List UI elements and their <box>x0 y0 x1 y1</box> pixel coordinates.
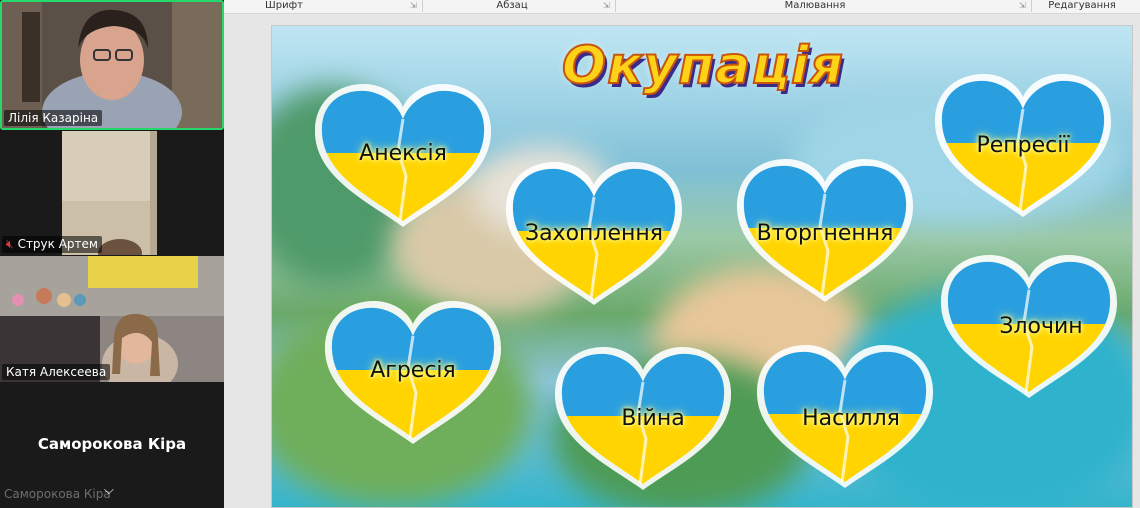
heart-card[interactable]: Репресії <box>934 71 1112 221</box>
participant-tile[interactable]: Лілія Казаріна <box>0 0 224 130</box>
dialog-launcher-icon[interactable]: ⇲ <box>1019 2 1027 10</box>
mic-muted-icon: 🔇︎ <box>6 237 14 251</box>
participant-tile[interactable]: Саморокова Кіра Саморокова Кіра ⌵ <box>0 383 224 508</box>
ribbon-divider <box>422 0 423 12</box>
participant-tile[interactable]: Катя Алексеева <box>0 256 224 382</box>
dialog-launcher-icon[interactable]: ⇲ <box>410 2 418 10</box>
ribbon-group-drawing: Малювання <box>784 0 846 11</box>
heart-label: Захоплення <box>524 221 664 246</box>
heart-card[interactable]: Насилля <box>756 342 934 492</box>
heart-label: Війна <box>621 406 685 431</box>
ribbon-divider <box>1031 0 1032 12</box>
ribbon-group-editing: Редагування <box>1048 0 1116 11</box>
heart-label: Вторгнення <box>756 221 894 246</box>
heart-card[interactable]: Анексія <box>314 81 492 231</box>
slide-canvas[interactable]: Окупація Анексія Захоплення Вторгнення Р… <box>271 25 1133 508</box>
ribbon-group-paragraph: Абзац <box>496 0 528 11</box>
ribbon-group-font: Шрифт <box>265 0 303 11</box>
participant-caption-name: Саморокова Кіра <box>4 487 111 501</box>
participant-name-large: Саморокова Кіра <box>37 435 187 453</box>
heart-card[interactable]: Захоплення <box>505 159 683 309</box>
heart-card[interactable]: Вторгнення <box>736 156 914 306</box>
heart-card[interactable]: Агресія <box>324 298 502 448</box>
participant-tile[interactable]: 🔇︎ Струк Артем <box>0 131 224 255</box>
heart-card[interactable]: Злочин <box>940 252 1118 402</box>
participant-name-label: 🔇︎ Струк Артем <box>2 236 102 253</box>
heart-card[interactable]: Війна <box>554 344 732 494</box>
heart-label: Репресії <box>976 133 1070 158</box>
chevron-down-icon[interactable]: ⌵ <box>104 483 114 498</box>
ribbon-divider <box>615 0 616 12</box>
participant-name: Катя Алексеева <box>2 364 111 380</box>
ribbon-group-labels: Шрифт ⇲ Абзац ⇲ Малювання ⇲ Редагування <box>224 0 1140 14</box>
participant-name: Струк Артем <box>17 237 98 251</box>
participant-name: Лілія Казаріна <box>4 110 103 126</box>
dialog-launcher-icon[interactable]: ⇲ <box>603 2 611 10</box>
heart-label: Агресія <box>370 358 456 383</box>
heart-label: Злочин <box>999 314 1083 339</box>
heart-label: Насилля <box>802 406 900 431</box>
participant-video-panel: Лілія Казаріна 🔇︎ Струк Артем Катя Алекс… <box>0 0 224 508</box>
slide-editor-area: Окупація Анексія Захоплення Вторгнення Р… <box>224 14 1140 508</box>
heart-label: Анексія <box>359 141 447 166</box>
